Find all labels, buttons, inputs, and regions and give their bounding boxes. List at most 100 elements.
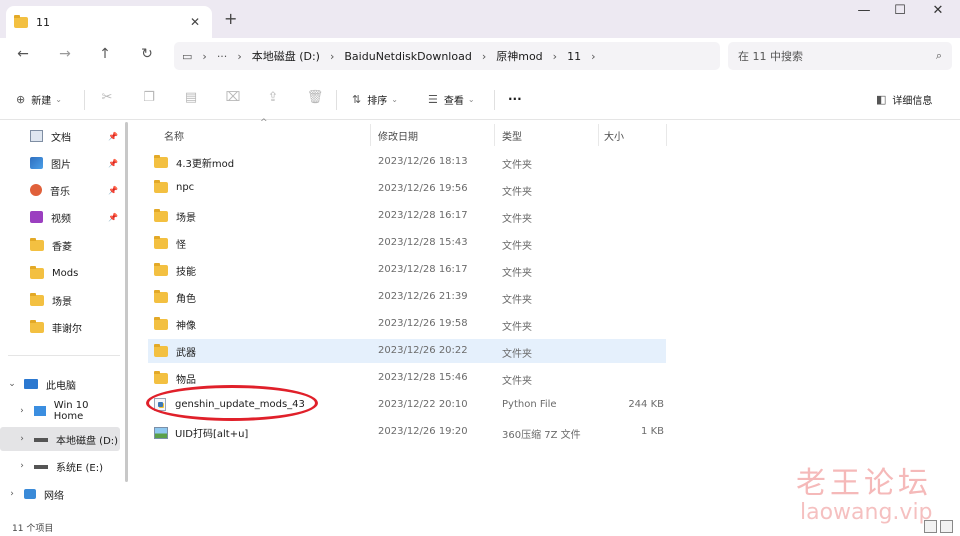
file-row[interactable]: 角色 2023/12/26 21:39 文件夹 xyxy=(148,285,666,309)
folder-icon xyxy=(154,263,168,276)
sidebar-item-pictures[interactable]: 图片 📌 xyxy=(0,151,120,175)
column-header-name[interactable]: 名称 xyxy=(164,128,184,143)
column-header-row: ^ 名称 修改日期 类型 大小 xyxy=(142,118,667,146)
new-button[interactable]: ⊕ 新建 ⌄ xyxy=(16,90,62,108)
column-divider[interactable] xyxy=(494,124,495,146)
sidebar-item-label: 本地磁盘 (D:) xyxy=(56,435,119,447)
sidebar-scrollbar[interactable] xyxy=(125,122,128,482)
large-icons-view-icon[interactable] xyxy=(940,520,953,533)
folder-icon xyxy=(154,344,168,357)
delete-icon[interactable]: 🗑 xyxy=(306,90,324,108)
file-row[interactable]: 技能 2023/12/28 16:17 文件夹 xyxy=(148,258,666,282)
view-button[interactable]: ☰ 查看 ⌄ xyxy=(428,90,475,108)
watermark-text: 老王论坛 xyxy=(796,466,932,501)
chevron-right-icon[interactable]: › xyxy=(16,434,28,444)
up-arrow-icon[interactable]: ↑ xyxy=(94,46,116,66)
chevron-down-icon[interactable]: ⌄ xyxy=(6,379,18,389)
file-date: 2023/12/26 20:22 xyxy=(378,345,468,356)
breadcrumb-segment[interactable]: 本地磁盘 (D:) xyxy=(252,48,320,64)
address-bar[interactable]: ▭ › ··· › 本地磁盘 (D:) › BaiduNetdiskDownlo… xyxy=(174,42,720,70)
chevron-right-icon[interactable]: › xyxy=(6,489,18,499)
sort-button[interactable]: ⇅ 排序 ⌄ xyxy=(352,90,398,108)
chevron-right-icon[interactable]: › xyxy=(16,461,28,471)
sidebar-item-drive[interactable]: › 系统E (E:) xyxy=(0,454,120,478)
chevron-right-icon[interactable]: › xyxy=(591,50,595,63)
pictures-icon xyxy=(30,157,43,169)
details-pane-button[interactable]: ◧ 详细信息 xyxy=(876,90,932,108)
file-name: UID打码[alt+u] xyxy=(175,429,249,440)
search-input[interactable]: 在 11 中搜索 xyxy=(738,48,936,64)
breadcrumb-segment[interactable]: BaiduNetdiskDownload xyxy=(344,50,471,63)
sidebar-item-label: 视频 xyxy=(51,213,71,225)
rename-icon[interactable]: ⌧ xyxy=(224,90,242,108)
file-date: 2023/12/26 21:39 xyxy=(378,291,468,302)
sidebar-item-folder[interactable]: Mods xyxy=(0,261,120,285)
pin-icon: 📌 xyxy=(108,158,118,168)
item-count: 11 个项目 xyxy=(12,524,54,534)
column-header-date[interactable]: 修改日期 xyxy=(378,128,418,143)
column-header-size[interactable]: 大小 xyxy=(604,128,624,143)
folder-icon xyxy=(154,371,168,384)
forward-arrow-icon[interactable]: → xyxy=(54,46,76,66)
sidebar-item-drive-d[interactable]: › 本地磁盘 (D:) xyxy=(0,427,120,451)
toolbar-divider xyxy=(494,90,495,110)
sidebar-item-folder[interactable]: 场景 xyxy=(0,288,120,312)
column-divider[interactable] xyxy=(666,124,667,146)
file-row-hovered[interactable]: 武器 2023/12/26 20:22 文件夹 xyxy=(148,339,666,363)
monitor-icon: ▭ xyxy=(182,49,193,63)
sidebar-item-music[interactable]: 音乐 📌 xyxy=(0,178,120,202)
paste-icon[interactable]: ▤ xyxy=(182,90,200,108)
chevron-right-icon[interactable]: › xyxy=(16,406,28,416)
search-icon: ⌕ xyxy=(935,49,942,62)
file-size: 1 KB xyxy=(641,426,664,437)
more-options-button[interactable]: ··· xyxy=(508,90,522,108)
sidebar-item-label: 场景 xyxy=(52,296,72,308)
file-row[interactable]: 场景 2023/12/28 16:17 文件夹 xyxy=(148,204,666,228)
new-tab-button[interactable]: + xyxy=(224,9,237,28)
file-row[interactable]: 怪 2023/12/28 15:43 文件夹 xyxy=(148,231,666,255)
sidebar-item-this-pc[interactable]: ⌄ 此电脑 xyxy=(0,372,120,396)
sidebar-item-folder[interactable]: 菲谢尔 xyxy=(0,315,120,339)
navigation-pane: 文档 📌 图片 📌 音乐 📌 视频 📌 香菱 Mods 场景 菲谢尔 ⌄ 此电脑 xyxy=(0,122,132,518)
file-row[interactable]: 4.3更新mod 2023/12/26 18:13 文件夹 xyxy=(148,150,666,174)
sidebar-item-label: 系统E (E:) xyxy=(56,462,103,474)
close-tab-icon[interactable]: ✕ xyxy=(186,15,204,29)
toolbar-divider xyxy=(84,90,85,110)
sidebar-item-label: 图片 xyxy=(51,159,71,171)
sort-ascending-icon: ^ xyxy=(260,118,268,128)
sidebar-item-documents[interactable]: 文档 📌 xyxy=(0,124,120,148)
archive-image-icon xyxy=(154,426,168,439)
share-icon[interactable]: ⇪ xyxy=(264,90,282,108)
sidebar-item-videos[interactable]: 视频 📌 xyxy=(0,205,120,229)
folder-icon xyxy=(30,237,44,251)
file-row[interactable]: UID打码[alt+u] 2023/12/26 19:20 360压缩 7Z 文… xyxy=(148,420,666,444)
cut-icon[interactable]: ✂ xyxy=(98,90,116,108)
sidebar-item-folder[interactable]: 香菱 xyxy=(0,233,120,257)
breadcrumb-segment[interactable]: 11 xyxy=(567,50,581,63)
close-window-button[interactable]: ✕ xyxy=(922,3,954,23)
file-row[interactable]: 神像 2023/12/26 19:58 文件夹 xyxy=(148,312,666,336)
file-type: 文件夹 xyxy=(502,241,532,252)
back-arrow-icon[interactable]: ← xyxy=(12,46,34,66)
tab-current[interactable]: 11 ✕ xyxy=(6,6,212,38)
column-header-type[interactable]: 类型 xyxy=(502,128,522,143)
file-size: 244 KB xyxy=(628,399,664,410)
maximize-button[interactable]: ☐ xyxy=(884,3,916,23)
file-row[interactable]: npc 2023/12/26 19:56 文件夹 xyxy=(148,177,666,201)
minimize-button[interactable]: — xyxy=(848,3,880,23)
folder-icon xyxy=(154,155,168,168)
search-box[interactable]: 在 11 中搜索 ⌕ xyxy=(728,42,952,70)
folder-icon xyxy=(154,236,168,249)
breadcrumb-segment[interactable]: 原神mod xyxy=(496,48,542,64)
column-divider[interactable] xyxy=(370,124,371,146)
overflow-icon[interactable]: ··· xyxy=(217,50,228,63)
refresh-icon[interactable]: ↻ xyxy=(136,46,158,66)
sidebar-item-drive[interactable]: › Win 10 Home xyxy=(0,399,120,423)
column-divider[interactable] xyxy=(598,124,599,146)
copy-icon[interactable]: ❐ xyxy=(140,90,158,108)
network-icon xyxy=(24,489,36,499)
file-name: 武器 xyxy=(176,348,196,359)
folder-icon xyxy=(154,290,168,303)
sidebar-item-network[interactable]: › 网络 xyxy=(0,482,120,506)
details-pane-icon: ◧ xyxy=(876,92,887,106)
